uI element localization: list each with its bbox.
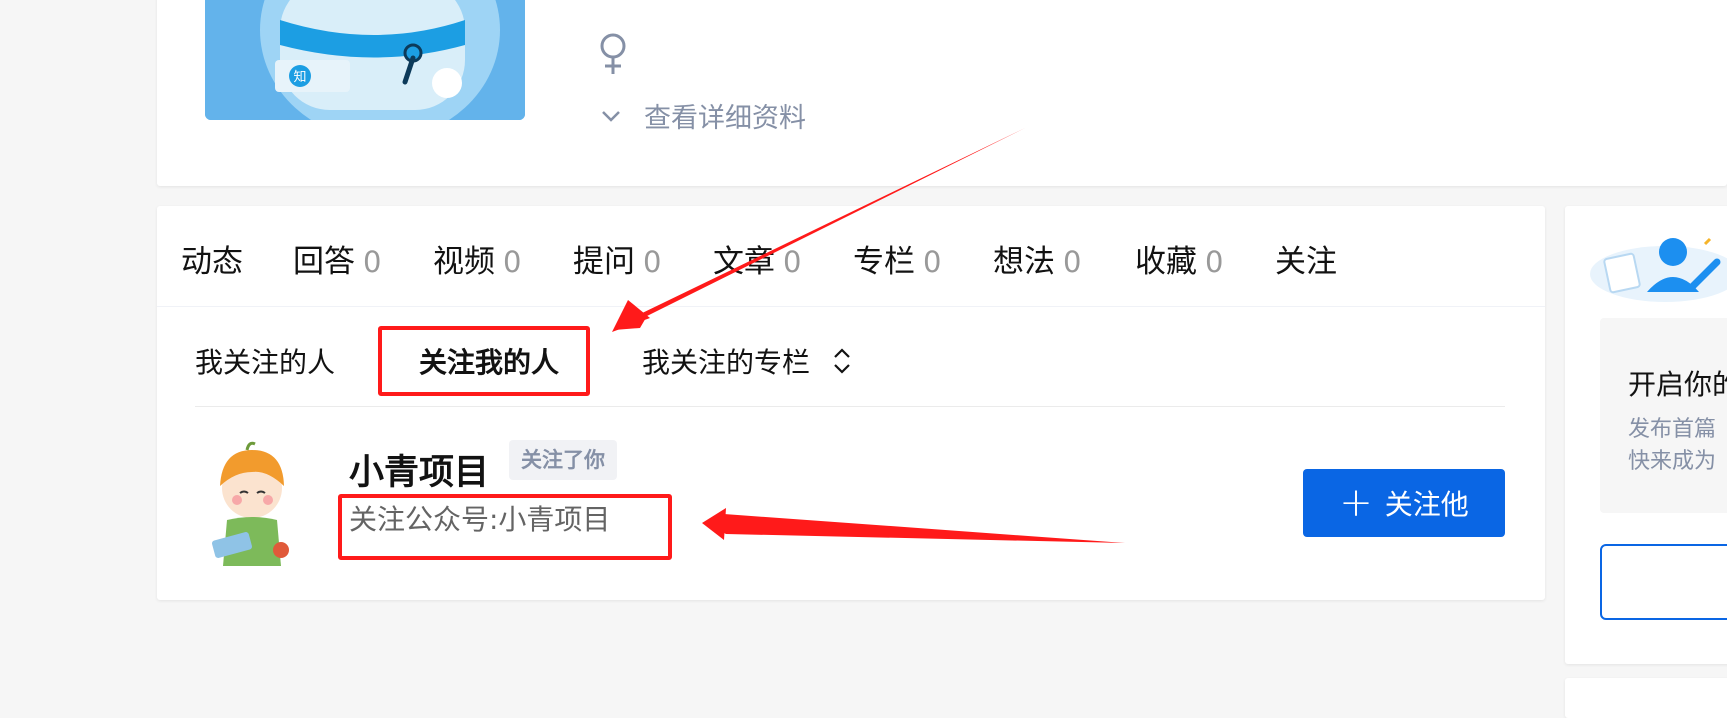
tab-collections[interactable]: 收藏 0 (1135, 236, 1223, 281)
profile-cover-image: 知 (205, 0, 525, 120)
creator-illustration-icon (1590, 237, 1727, 302)
tab-pins[interactable]: 想法 0 (993, 236, 1081, 281)
sidebar-title: 开启你的 (1628, 368, 1727, 401)
tab-count: 0 (643, 245, 662, 279)
follow-button-label: 关注他 (1384, 488, 1469, 521)
user-name[interactable]: 小青项目 (349, 444, 489, 495)
subtab-followers[interactable]: 关注我的人 (419, 341, 559, 381)
tab-columns[interactable]: 专栏 0 (853, 236, 941, 281)
view-details-label: 查看详细资料 (644, 103, 806, 134)
view-details-link[interactable]: 查看详细资料 (600, 96, 806, 135)
plus-icon: + (1339, 480, 1373, 526)
tab-count: 0 (783, 245, 802, 279)
tab-count: 0 (923, 245, 942, 279)
tab-following[interactable]: 关注 (1275, 236, 1337, 281)
subtab-columns[interactable]: 我关注的专栏 (642, 341, 854, 381)
tab-questions[interactable]: 提问 0 (573, 236, 661, 281)
tab-videos[interactable]: 视频 0 (433, 236, 521, 281)
subtab-following[interactable]: 我关注的人 (195, 341, 335, 381)
female-icon (600, 33, 626, 74)
divider (195, 406, 1505, 407)
tab-count: 0 (363, 245, 382, 279)
follows-you-badge: 关注了你 (509, 440, 617, 480)
tab-answers[interactable]: 回答 0 (293, 236, 381, 281)
follow-button[interactable]: + 关注他 (1303, 469, 1505, 537)
tab-count: 0 (503, 245, 522, 279)
sidebar-description: 发布首篇 快来成为 (1628, 417, 1717, 474)
tab-articles[interactable]: 文章 0 (713, 236, 801, 281)
svg-text:知: 知 (293, 69, 306, 85)
avatar[interactable] (207, 438, 297, 568)
sidebar-action-button[interactable] (1600, 544, 1727, 620)
tab-count: 0 (1063, 245, 1082, 279)
sidebar-card (1565, 678, 1727, 718)
user-bio: 关注公众号:小青项目 (349, 503, 611, 536)
profile-tabs: 动态 回答 0 视频 0 提问 0 文章 0 专栏 0 想法 0 收藏 0 关注 (157, 206, 1545, 307)
sort-toggle-icon (834, 348, 850, 374)
tab-count: 0 (1205, 245, 1224, 279)
tab-activities[interactable]: 动态 (181, 236, 243, 281)
profile-main-card: 动态 回答 0 视频 0 提问 0 文章 0 专栏 0 想法 0 收藏 0 关注 我关注的人 … (157, 206, 1545, 600)
creator-sidebar-card: 开启你的 发布首篇 快来成为 (1565, 206, 1727, 664)
creator-prompt-box: 开启你的 发布首篇 快来成为 (1600, 318, 1727, 513)
chevron-down-icon (602, 110, 620, 122)
